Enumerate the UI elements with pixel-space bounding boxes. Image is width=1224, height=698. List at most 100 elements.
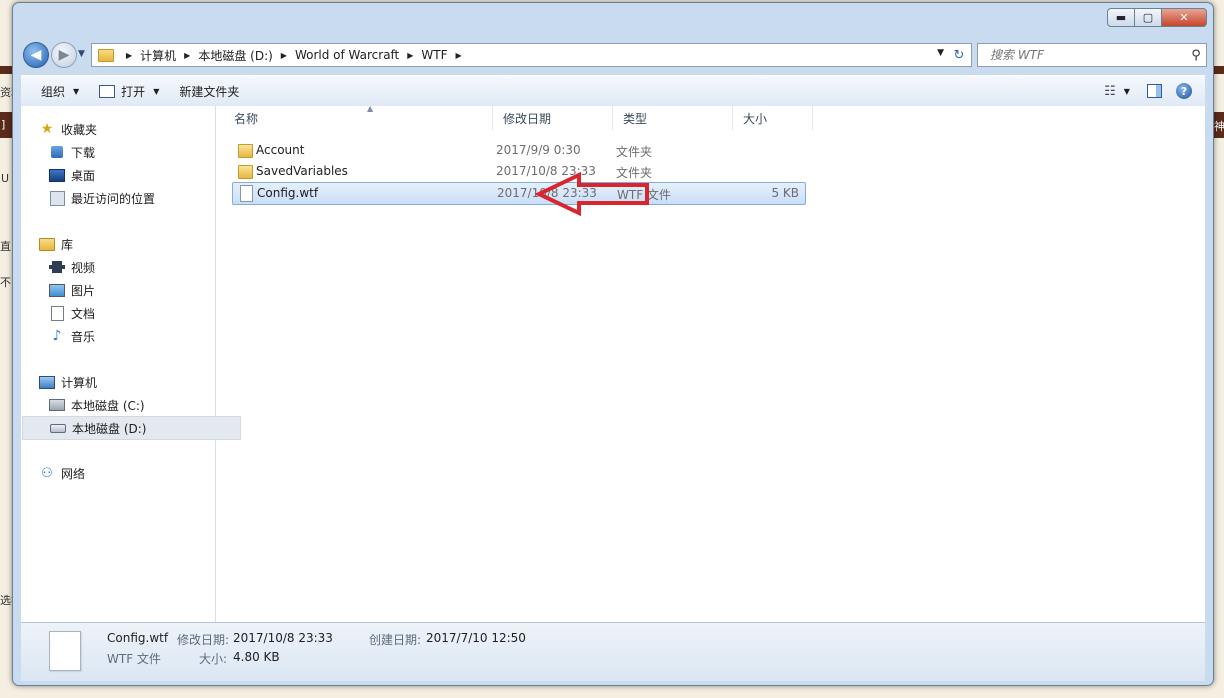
recent-pages-dropdown[interactable]: ▼ — [78, 49, 85, 59]
sidebar-item-music[interactable]: ♪ 音乐 — [21, 325, 241, 347]
file-row-selected[interactable]: Config.wtf 2017/10/8 23:33 WTF 文件 5 KB — [232, 182, 806, 205]
background-fragment: 不 — [0, 276, 11, 289]
background-fragment: 直 — [0, 240, 11, 253]
sidebar-item-drive-d[interactable]: 本地磁盘 (D:) — [22, 416, 241, 440]
minimize-button[interactable]: ▬ — [1107, 8, 1135, 27]
sidebar-item-videos[interactable]: 视频 — [21, 256, 241, 278]
file-modified-date: 2017/9/9 0:30 — [496, 143, 581, 157]
open-label: 打开 — [121, 84, 146, 99]
column-header-size[interactable]: 大小 — [733, 106, 813, 130]
forward-button[interactable]: ▶ — [51, 42, 77, 68]
column-header-date[interactable]: 修改日期 — [493, 106, 613, 130]
library-folder-icon — [39, 237, 55, 251]
column-header-label: 大小 — [743, 111, 768, 126]
file-icon — [240, 185, 253, 202]
sidebar-item-network[interactable]: ⚇ 网络 — [21, 462, 231, 484]
open-window-icon — [99, 84, 116, 98]
chevron-down-icon: ▼ — [153, 86, 160, 96]
search-input[interactable] — [988, 47, 1186, 63]
back-button[interactable]: ◀ — [23, 42, 49, 68]
sidebar-item-label: 音乐 — [71, 329, 96, 344]
title-bar[interactable]: ▬ ▢ ✕ — [13, 3, 1213, 39]
picture-icon — [49, 283, 65, 297]
details-file-name: Config.wtf — [107, 631, 169, 645]
file-row[interactable]: Account 2017/9/9 0:30 文件夹 — [232, 140, 806, 161]
address-history-dropdown[interactable]: ▼ — [937, 48, 944, 58]
desktop-icon — [49, 168, 65, 182]
sidebar-item-drive-c[interactable]: 本地磁盘 (C:) — [21, 394, 241, 416]
new-folder-button[interactable]: 新建文件夹 — [169, 78, 249, 104]
sidebar-item-libraries[interactable]: 库 — [21, 233, 231, 255]
breadcrumb-computer[interactable]: 计算机 — [140, 47, 176, 64]
hard-drive-icon — [50, 421, 66, 435]
computer-icon — [39, 375, 55, 389]
explorer-body: ★ 收藏夹 下载 桌面 最近访问的位置 库 视频 图片 文档 ♪ 音乐 计算机 … — [21, 104, 1205, 622]
details-file-type: WTF 文件 — [107, 652, 161, 666]
recent-icon — [49, 190, 65, 206]
window-controls: ▬ ▢ ✕ — [1107, 8, 1207, 27]
column-header-type[interactable]: 类型 — [613, 106, 733, 130]
crumb-separator-icon[interactable]: ▶ — [184, 51, 190, 60]
column-header-label: 类型 — [623, 111, 648, 126]
sidebar-item-label: 收藏夹 — [61, 122, 98, 137]
new-folder-label: 新建文件夹 — [179, 84, 240, 99]
document-icon — [49, 305, 65, 321]
background-fragment: 神 — [1214, 120, 1224, 133]
help-button[interactable]: ? — [1173, 80, 1195, 102]
sidebar-item-pictures[interactable]: 图片 — [21, 279, 241, 301]
back-arrow-icon: ◀ — [30, 47, 42, 63]
page-icon — [50, 305, 64, 321]
search-icon[interactable]: ⚲ — [1186, 48, 1206, 63]
refresh-icon: ↻ — [953, 47, 965, 63]
column-headers: 名称 ▲ 修改日期 类型 大小 — [217, 104, 1205, 130]
explorer-window: ▬ ▢ ✕ ◀ ▶ ▼ ▶ 计算机 ▶ 本地磁盘 (D:) ▶ World of… — [12, 2, 1214, 686]
background-fragment: U — [1, 172, 10, 185]
navigation-pane[interactable]: ★ 收藏夹 下载 桌面 最近访问的位置 库 视频 图片 文档 ♪ 音乐 计算机 … — [21, 106, 241, 622]
refresh-button[interactable]: ↻ — [947, 43, 972, 67]
column-header-label: 名称 — [234, 111, 259, 126]
file-list[interactable]: 名称 ▲ 修改日期 类型 大小 Account 2017/9/9 0:30 文件… — [217, 104, 1205, 622]
search-box[interactable]: ⚲ — [977, 43, 1207, 67]
breadcrumb: 计算机 ▶ 本地磁盘 (D:) ▶ World of Warcraft ▶ WT… — [140, 47, 470, 64]
crumb-separator-icon[interactable]: ▶ — [281, 51, 287, 60]
forward-arrow-icon: ▶ — [58, 47, 70, 63]
crumb-separator-icon[interactable]: ▶ — [407, 51, 413, 60]
help-icon: ? — [1176, 83, 1192, 99]
sidebar-item-computer[interactable]: 计算机 — [21, 371, 231, 393]
navigation-bar: ◀ ▶ ▼ ▶ 计算机 ▶ 本地磁盘 (D:) ▶ World of Warcr… — [21, 41, 1207, 69]
image-icon — [49, 283, 65, 297]
change-view-button[interactable]: ☷ ▼ — [1099, 80, 1135, 102]
close-button[interactable]: ✕ — [1161, 8, 1207, 27]
sidebar-item-label: 最近访问的位置 — [71, 191, 156, 206]
annotation-arrow-icon — [535, 172, 649, 216]
sidebar-item-documents[interactable]: 文档 — [21, 302, 241, 324]
breadcrumb-world-of-warcraft[interactable]: World of Warcraft — [295, 48, 399, 62]
file-name: Account — [256, 143, 305, 157]
download-icon — [51, 146, 63, 158]
file-preview-icon — [49, 631, 81, 671]
column-header-name[interactable]: 名称 ▲ — [217, 104, 493, 130]
organize-button[interactable]: 组织 ▼ — [31, 78, 89, 104]
chevron-down-icon: ▼ — [73, 86, 80, 96]
maximize-button[interactable]: ▢ — [1134, 8, 1162, 27]
sidebar-item-recent-places[interactable]: 最近访问的位置 — [21, 187, 241, 209]
details-created-label: 创建日期: — [369, 633, 422, 647]
sidebar-item-label: 计算机 — [61, 375, 98, 390]
monitor-icon — [49, 168, 65, 182]
sidebar-item-favorites[interactable]: ★ 收藏夹 — [21, 118, 231, 140]
file-name: Config.wtf — [257, 186, 319, 200]
crumb-separator-icon[interactable]: ▶ — [456, 51, 462, 60]
open-button[interactable]: 打开 ▼ — [89, 78, 169, 104]
crumb-separator-icon[interactable]: ▶ — [126, 51, 132, 60]
breadcrumb-drive-d[interactable]: 本地磁盘 (D:) — [198, 47, 272, 64]
star-icon: ★ — [40, 121, 54, 137]
preview-pane-button[interactable] — [1143, 80, 1165, 102]
sidebar-item-downloads[interactable]: 下载 — [21, 141, 241, 163]
film-icon — [49, 261, 65, 273]
folder-icon — [238, 144, 253, 158]
breadcrumb-wtf[interactable]: WTF — [421, 48, 447, 62]
music-note-icon: ♪ — [52, 328, 62, 344]
sidebar-item-desktop[interactable]: 桌面 — [21, 164, 241, 186]
file-row[interactable]: SavedVariables 2017/10/8 23:33 文件夹 — [232, 161, 806, 182]
address-bar[interactable]: ▶ 计算机 ▶ 本地磁盘 (D:) ▶ World of Warcraft ▶ … — [91, 43, 949, 67]
